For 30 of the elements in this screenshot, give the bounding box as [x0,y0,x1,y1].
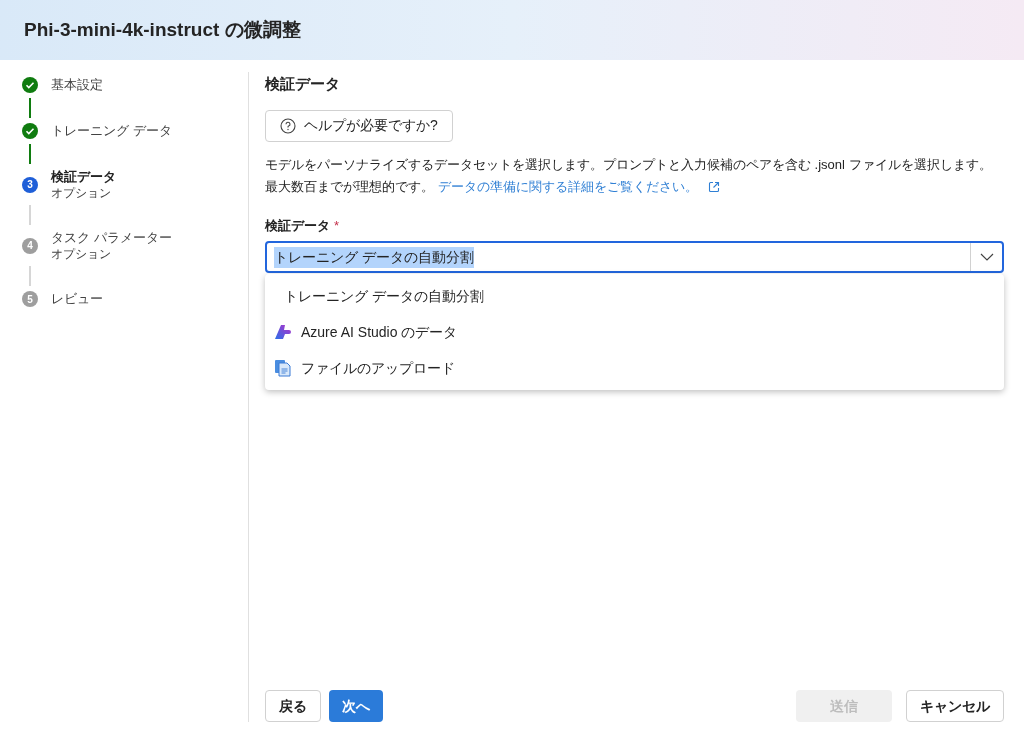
step-label[interactable]: トレーニング データ [51,122,172,140]
dialog-title: Phi-3-mini-4k-instruct の微調整 [24,17,301,42]
document-icon [274,359,292,377]
dropdown-field[interactable]: トレーニング データの自動分割 [265,241,1004,273]
step-number: 5 [22,291,38,307]
step-number: 4 [22,237,38,254]
help-button[interactable]: ヘルプが必要ですか? [265,109,453,142]
learn-more-link[interactable]: データの準備に関する詳細をご覧ください。 [437,175,720,198]
step-label[interactable]: 基本設定 [51,76,103,94]
dropdown-option[interactable]: Azure AI Studio のデータ [265,314,1004,350]
secondary-button[interactable]: 戻る [265,690,321,722]
field-value: トレーニング データの自動分割 [274,246,474,268]
primary-button[interactable]: 次へ [329,690,383,722]
dropdown-option[interactable]: ファイルのアップロード [265,350,1004,386]
secondary-button[interactable]: キャンセル [906,690,1004,722]
external-link-icon [707,180,720,193]
description-text: モデルをパーソナライズするデータセットを選択します。プロンプトと入力候補のペアを含む .jsonl ファイルを選択します。最大数百までが理想的です。 データの準備に関する詳細をご覧ください。 [265,153,1004,198]
step-label[interactable]: タスク パラメーター [51,229,172,247]
required-mark: * [334,216,340,235]
step-label[interactable]: 検証データ [51,168,116,186]
step-number: 3 [22,176,38,193]
field-label: 検証データ [265,216,330,235]
question-icon [280,117,296,134]
logo-icon [274,323,292,341]
step-label[interactable]: レビュー [51,290,103,308]
section-heading: 検証データ [265,74,341,94]
step-sublabel: オプション [51,247,112,262]
chevron-down-icon[interactable] [979,253,994,261]
step-sublabel: オプション [51,186,112,201]
dropdown-option[interactable]: トレーニング データの自動分割 [265,278,1004,314]
